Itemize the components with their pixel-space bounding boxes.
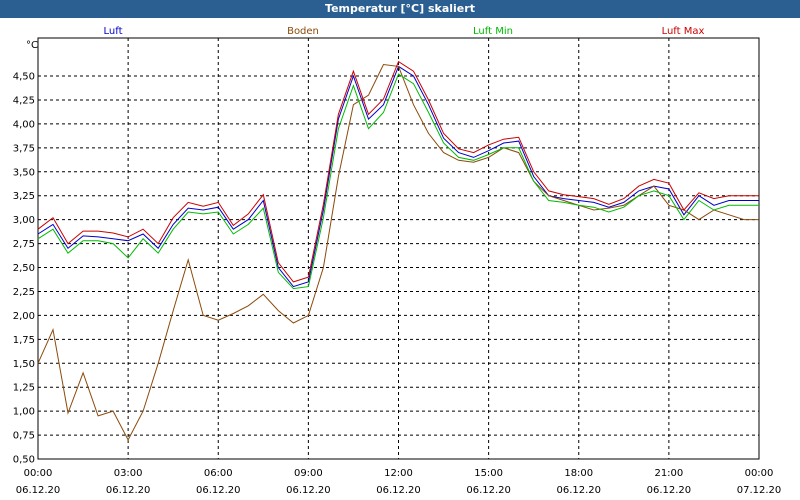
- y-tick-label: 3,00: [13, 215, 35, 226]
- x-tick-time: 06:00: [204, 468, 233, 479]
- y-axis-label: °C: [26, 40, 38, 51]
- x-tick-time: 21:00: [654, 468, 683, 479]
- x-tick-time: 15:00: [474, 468, 503, 479]
- x-tick-time: 00:00: [745, 468, 774, 479]
- y-tick-label: 4,50: [13, 72, 35, 83]
- y-tick-label: 4,25: [13, 95, 35, 106]
- y-tick-label: 1,00: [13, 407, 35, 418]
- x-tick-time: 09:00: [294, 468, 323, 479]
- x-tick-date: 06.12.20: [556, 485, 601, 496]
- y-tick-label: 1,25: [13, 383, 35, 394]
- y-tick-label: 2,50: [13, 263, 35, 274]
- y-tick-label: 1,75: [13, 335, 35, 346]
- temperature-chart: Luft Boden Luft Min Luft Max 0,50 0,75 1,00 1,…: [13, 26, 782, 496]
- x-tick-time: 00:00: [24, 468, 53, 479]
- x-tick-time: 18:00: [564, 468, 593, 479]
- y-tick-label: 2,25: [13, 287, 35, 298]
- x-tick-date: 06.12.20: [466, 485, 511, 496]
- series-line-boden: [37, 63, 759, 441]
- y-tick-label: 1,50: [13, 359, 35, 370]
- x-tick-date: 06.12.20: [106, 485, 151, 496]
- y-tick-label: 0,50: [13, 455, 35, 466]
- legend-entry: Luft Min: [473, 26, 513, 37]
- x-tick-date: 06.12.20: [196, 485, 241, 496]
- x-axis-ticks: 00:00 06.12.20 03:00 06.12.20 06:00 06.12.20 0…: [16, 468, 782, 496]
- x-tick-time: 03:00: [114, 468, 143, 479]
- y-tick-label: 3,50: [13, 167, 35, 178]
- x-tick-date: 07.12.20: [737, 485, 782, 496]
- x-tick-date: 06.12.20: [376, 485, 421, 496]
- x-tick-date: 06.12.20: [286, 485, 331, 496]
- y-tick-label: 2,75: [13, 239, 35, 250]
- grid-lines: [38, 38, 759, 460]
- legend-entry: Boden: [287, 26, 319, 37]
- y-tick-label: 3,25: [13, 191, 35, 202]
- legend-entry: Luft: [104, 26, 123, 37]
- x-tick-date: 06.12.20: [16, 485, 61, 496]
- x-tick-time: 12:00: [384, 468, 413, 479]
- y-tick-label: 0,75: [13, 431, 35, 442]
- y-axis-ticks: 0,50 0,75 1,00 1,25 1,50 1,75 2,00 2,25 2,50 2,75…: [13, 72, 35, 466]
- x-tick-date: 06.12.20: [647, 485, 692, 496]
- legend: Luft Boden Luft Min Luft Max: [104, 26, 705, 37]
- legend-entry: Luft Max: [662, 26, 705, 37]
- y-tick-label: 2,00: [13, 311, 35, 322]
- y-tick-label: 3,75: [13, 143, 35, 154]
- y-tick-label: 4,00: [13, 119, 35, 130]
